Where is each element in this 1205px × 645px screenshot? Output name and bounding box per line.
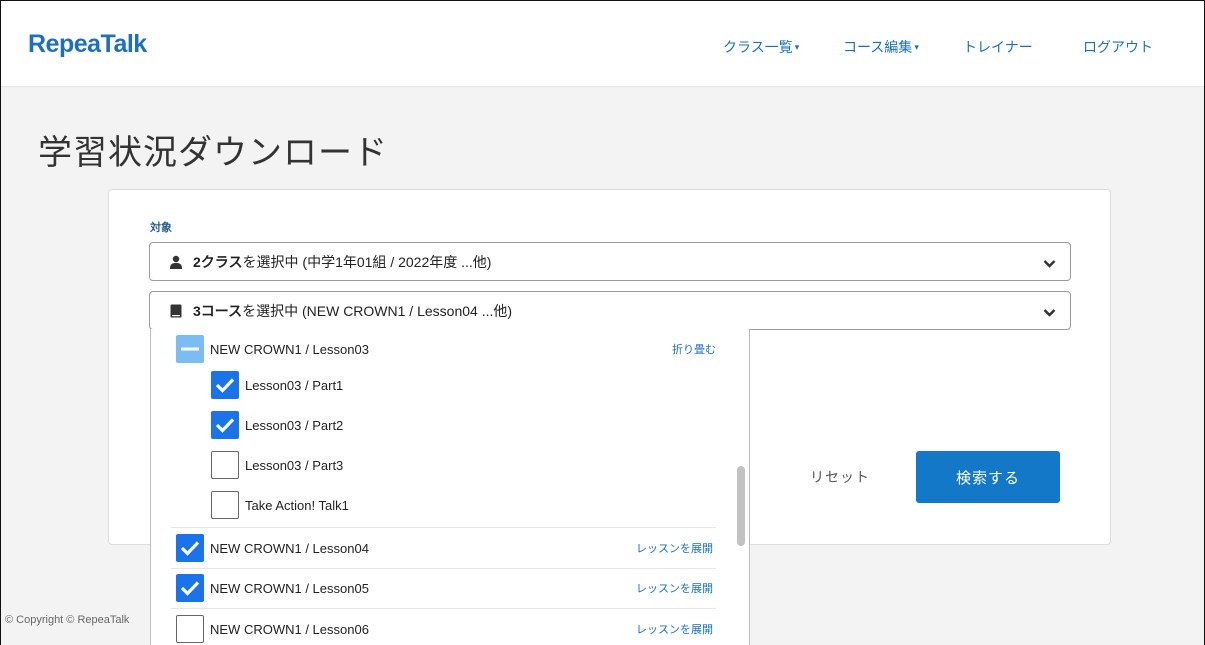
- checked-checkbox[interactable]: [176, 574, 204, 602]
- list-item-label: NEW CROWN1 / Lesson06: [210, 621, 369, 637]
- app-logo[interactable]: RepeaTalk: [28, 30, 147, 59]
- copyright-text: © Copyright © RepeaTalk: [5, 614, 130, 626]
- collapse-link[interactable]: 折り畳む: [672, 341, 716, 357]
- nav-logout[interactable]: ログアウト: [1083, 37, 1153, 57]
- list-item-lesson06[interactable]: NEW CROWN1 / Lesson06 レッスンを展開: [176, 609, 721, 645]
- list-item-label: Lesson03 / Part1: [245, 377, 344, 393]
- partial-checkbox[interactable]: [176, 335, 204, 363]
- course-dropdown-list: NEW CROWN1 / Lesson03 折り畳む Lesson03 / Pa…: [150, 329, 750, 645]
- reset-button[interactable]: リセット: [810, 467, 870, 487]
- unchecked-checkbox[interactable]: [211, 491, 239, 519]
- class-select[interactable]: 2クラス を選択中 (中学1年01組 / 2022年度 ...他): [149, 242, 1071, 281]
- book-icon: [169, 304, 185, 318]
- nav-class-list[interactable]: クラス一覧 ▾: [723, 37, 799, 57]
- list-item-lesson03[interactable]: NEW CROWN1 / Lesson03 折り畳む: [176, 329, 721, 369]
- unchecked-checkbox[interactable]: [176, 615, 204, 643]
- checked-checkbox[interactable]: [211, 411, 239, 439]
- list-item-label: Take Action! Talk1: [245, 497, 349, 513]
- user-icon: [169, 255, 185, 269]
- chevron-down-icon: [1043, 256, 1056, 272]
- dropdown-scrollbar[interactable]: [737, 466, 745, 546]
- list-item-lesson04[interactable]: NEW CROWN1 / Lesson04 レッスンを展開: [176, 528, 721, 568]
- caret-down-icon: ▾: [914, 42, 919, 52]
- nav-trainer[interactable]: トレイナー: [963, 37, 1033, 57]
- list-item-label: Lesson03 / Part2: [245, 417, 344, 433]
- nav-course-edit[interactable]: コース編集 ▾: [843, 37, 919, 57]
- course-select-count: 3コース: [193, 302, 243, 319]
- class-select-text: を選択中 (中学1年01組 / 2022年度 ...他): [242, 253, 492, 270]
- checked-checkbox[interactable]: [211, 371, 239, 399]
- list-item-label: NEW CROWN1 / Lesson03: [210, 341, 369, 357]
- page-title: 学習状況ダウンロード: [38, 133, 388, 173]
- top-navbar: RepeaTalk クラス一覧 ▾ コース編集 ▾ トレイナー ログアウト: [1, 1, 1204, 87]
- list-item-part2[interactable]: Lesson03 / Part2: [211, 405, 343, 445]
- expand-lesson-link[interactable]: レッスンを展開: [636, 621, 713, 637]
- search-button[interactable]: 検索する: [916, 451, 1060, 503]
- expand-lesson-link[interactable]: レッスンを展開: [636, 540, 713, 556]
- list-item-take-action[interactable]: Take Action! Talk1: [211, 485, 349, 525]
- list-item-part3[interactable]: Lesson03 / Part3: [211, 445, 343, 485]
- list-item-part1[interactable]: Lesson03 / Part1: [211, 365, 343, 405]
- target-label: 対象: [150, 222, 172, 234]
- list-item-label: NEW CROWN1 / Lesson05: [210, 580, 369, 596]
- checked-checkbox[interactable]: [176, 534, 204, 562]
- course-select-text: を選択中 (NEW CROWN1 / Lesson04 ...他): [242, 302, 513, 319]
- list-item-label: Lesson03 / Part3: [245, 457, 344, 473]
- expand-lesson-link[interactable]: レッスンを展開: [636, 580, 713, 596]
- chevron-down-icon: [1043, 305, 1056, 321]
- list-item-label: NEW CROWN1 / Lesson04: [210, 540, 369, 556]
- course-select[interactable]: 3コース を選択中 (NEW CROWN1 / Lesson04 ...他): [149, 291, 1071, 330]
- app-frame: RepeaTalk クラス一覧 ▾ コース編集 ▾ トレイナー ログアウト 学習状況…: [0, 0, 1205, 645]
- caret-down-icon: ▾: [794, 42, 800, 52]
- class-select-count: 2クラス: [193, 253, 243, 270]
- unchecked-checkbox[interactable]: [211, 451, 239, 479]
- list-item-lesson05[interactable]: NEW CROWN1 / Lesson05 レッスンを展開: [176, 568, 721, 608]
